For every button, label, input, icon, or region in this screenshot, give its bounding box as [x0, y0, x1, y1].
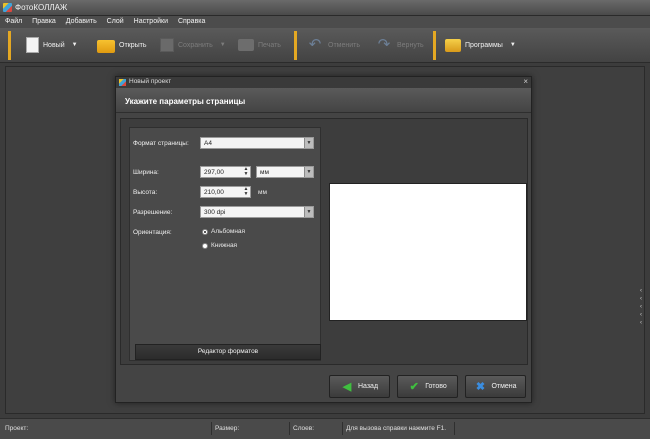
orientation-landscape-label: Альбомная [211, 228, 246, 235]
open-label: Открыть [119, 41, 147, 49]
redo-button[interactable]: ↷ Вернуть [375, 34, 424, 56]
format-select[interactable]: А4 ▼ [200, 137, 314, 149]
height-input[interactable]: 210,00 ▲ ▼ [200, 186, 251, 198]
height-label: Высота: [133, 189, 158, 196]
format-label: Формат страницы: [133, 140, 189, 147]
done-button[interactable]: ✔ Готово [397, 375, 458, 398]
print-label: Печать [258, 41, 281, 49]
page-parameters-panel: Формат страницы: А4 ▼ Ширина: 297,00 ▲ ▼ … [129, 127, 321, 361]
save-label: Сохранить [178, 41, 213, 49]
chevron-down-icon[interactable]: ▼ [72, 42, 78, 48]
done-label: Готово [425, 383, 447, 390]
menu-bar: Файл Правка Добавить Слой Настройки Спра… [0, 16, 650, 28]
menu-settings[interactable]: Настройки [129, 16, 171, 25]
app-logo-icon [119, 79, 126, 86]
print-button[interactable]: Печать [238, 34, 281, 56]
programs-label: Программы [465, 41, 503, 49]
chevron-left-icon[interactable]: ‹ [640, 319, 646, 327]
chevron-down-icon[interactable]: ▼ [304, 207, 313, 217]
new-label: Новый [43, 41, 65, 49]
page-preview [329, 183, 527, 321]
undo-label: Отменить [328, 41, 360, 49]
orientation-label: Ориентация: [133, 229, 172, 236]
arrow-left-icon: ◀ [342, 380, 352, 393]
undo-button[interactable]: ↶ Отменить [306, 34, 360, 56]
checkmark-icon: ✔ [409, 380, 419, 393]
menu-layer[interactable]: Слой [102, 16, 127, 25]
chevron-down-icon[interactable]: ▼ [304, 167, 313, 177]
menu-add[interactable]: Добавить [61, 16, 100, 25]
chevron-left-icon[interactable]: ‹ [640, 287, 646, 295]
orientation-portrait-radio[interactable]: Книжная [202, 242, 237, 249]
save-icon [160, 38, 174, 52]
width-input[interactable]: 297,00 ▲ ▼ [200, 166, 251, 178]
height-unit: мм [258, 189, 267, 196]
dialog-title-bar: Новый проект × [116, 77, 531, 88]
side-panel-arrows[interactable]: ‹ ‹ ‹ ‹ ‹ [640, 287, 646, 327]
chevron-down-icon[interactable]: ▼ [304, 138, 313, 148]
unit-select[interactable]: мм ▼ [256, 166, 314, 178]
menu-help[interactable]: Справка [173, 16, 208, 25]
chevron-down-icon[interactable]: ▼ [510, 42, 516, 48]
window-title: ФотоКОЛЛАЖ [15, 3, 68, 12]
toolbar-separator [433, 31, 436, 60]
toolbar-separator [8, 31, 11, 60]
chevron-left-icon[interactable]: ‹ [640, 295, 646, 303]
dialog-heading: Укажите параметры страницы [125, 97, 246, 106]
toolbar: Новый ▼ Открыть Сохранить ▼ Печать ↶ Отм… [0, 28, 650, 63]
height-value: 210,00 [204, 189, 224, 196]
width-unit-value: мм [260, 169, 269, 176]
status-help: Для вызова справки нажмите F1. [343, 422, 455, 435]
width-value: 297,00 [204, 169, 224, 176]
resolution-select[interactable]: 300 dpi ▼ [200, 206, 314, 218]
printer-icon [238, 39, 254, 51]
back-label: Назад [357, 383, 379, 390]
resolution-value: 300 dpi [204, 209, 226, 216]
width-label: Ширина: [133, 169, 159, 176]
undo-icon: ↶ [308, 36, 322, 53]
format-value: А4 [204, 140, 212, 147]
save-button[interactable]: Сохранить ▼ [160, 34, 226, 56]
folder-icon [97, 40, 115, 53]
orientation-landscape-radio[interactable]: Альбомная [202, 228, 245, 235]
gift-box-icon [445, 38, 461, 52]
dialog-body: Формат страницы: А4 ▼ Ширина: 297,00 ▲ ▼ … [120, 118, 528, 365]
chevron-down-icon[interactable]: ▼ [220, 42, 226, 48]
spinner-icon[interactable]: ▲ ▼ [243, 167, 249, 177]
title-bar: ФотоКОЛЛАЖ [0, 0, 650, 16]
cancel-button[interactable]: ✖ Отмена [465, 375, 526, 398]
dialog-header: Укажите параметры страницы [116, 88, 531, 113]
spinner-icon[interactable]: ▲ ▼ [243, 187, 249, 197]
status-project: Проект: [2, 422, 212, 435]
programs-button[interactable]: Программы ▼ [445, 34, 516, 56]
toolbar-separator [294, 31, 297, 60]
menu-edit[interactable]: Правка [27, 16, 59, 25]
new-button[interactable]: Новый ▼ [26, 34, 78, 56]
radio-unselected-icon [202, 242, 208, 249]
redo-label: Вернуть [397, 41, 424, 49]
status-bar: Проект: Размер: Слоев: Для вызова справк… [0, 418, 650, 439]
chevron-left-icon[interactable]: ‹ [640, 303, 646, 311]
open-button[interactable]: Открыть [97, 34, 147, 56]
cancel-label: Отмена [491, 383, 517, 390]
close-icon: ✖ [475, 380, 486, 393]
resolution-label: Разрешение: [133, 209, 173, 216]
new-project-dialog: Новый проект × Укажите параметры страниц… [115, 76, 532, 403]
page-preview-area [326, 127, 527, 361]
chevron-left-icon[interactable]: ‹ [640, 311, 646, 319]
orientation-portrait-label: Книжная [211, 242, 238, 249]
back-button[interactable]: ◀ Назад [329, 375, 390, 398]
status-size: Размер: [212, 422, 290, 435]
radio-selected-icon [202, 228, 208, 235]
status-empty [455, 422, 648, 435]
status-layers: Слоев: [290, 422, 343, 435]
redo-icon: ↷ [377, 36, 391, 53]
dialog-title: Новый проект [129, 78, 172, 85]
close-icon[interactable]: × [523, 77, 528, 86]
app-logo-icon [3, 3, 12, 12]
menu-file[interactable]: Файл [0, 16, 25, 25]
new-document-icon [26, 37, 39, 53]
format-editor-button[interactable]: Редактор форматов [135, 344, 321, 360]
